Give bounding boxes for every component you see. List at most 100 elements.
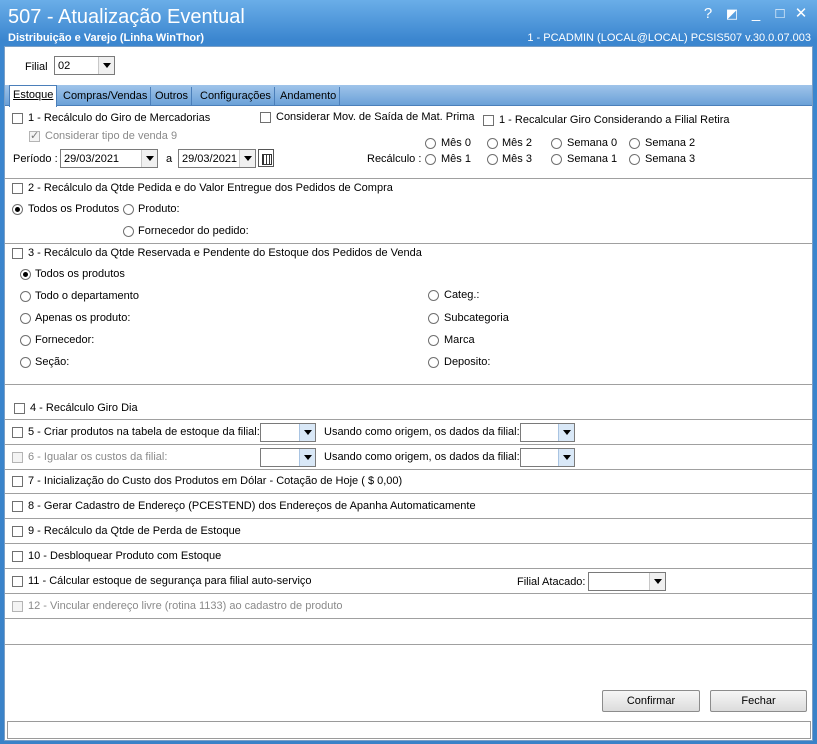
radio-todos-os-produtos-label: Todos os produtos xyxy=(35,268,125,280)
mat-prima-checkbox[interactable] xyxy=(260,112,271,123)
date-from-value: 29/03/2021 xyxy=(64,153,120,165)
close-icon[interactable]: ✕ xyxy=(791,4,811,24)
tab-estoque[interactable]: Estoque xyxy=(9,85,58,107)
chevron-down-icon[interactable] xyxy=(299,449,315,466)
radio-semana1[interactable] xyxy=(551,154,562,165)
section3-checkbox[interactable] xyxy=(12,248,23,259)
divider xyxy=(5,493,812,494)
radio-todos-produtos[interactable] xyxy=(12,204,23,215)
radio-semana0-label: Semana 0 xyxy=(567,137,618,149)
chevron-down-icon[interactable] xyxy=(299,424,315,441)
periodo-label: Período : xyxy=(13,153,58,165)
client-area: Filial 02 Estoque Compras/Vendas Outros … xyxy=(4,46,813,741)
filial-retira-checkbox[interactable] xyxy=(483,115,494,126)
radio-departamento[interactable] xyxy=(20,291,31,302)
item5-filial-select[interactable] xyxy=(260,423,316,442)
radio-semana1-label: Semana 1 xyxy=(567,153,618,165)
item7-label: 7 - Inicialização do Custo dos Produtos … xyxy=(28,475,403,487)
help-icon[interactable]: ? xyxy=(698,4,718,24)
radio-fornecedor[interactable] xyxy=(20,335,31,346)
section2-checkbox[interactable] xyxy=(12,183,23,194)
tab-outros[interactable]: Outros xyxy=(152,87,193,106)
chevron-down-icon[interactable] xyxy=(98,57,114,74)
item4-checkbox[interactable] xyxy=(14,403,25,414)
radio-mes0[interactable] xyxy=(425,138,436,149)
filial-atacado-select[interactable] xyxy=(588,572,666,591)
radio-apenas-produto-label: Apenas os produto: xyxy=(35,312,131,324)
radio-subcategoria[interactable] xyxy=(428,313,439,324)
radio-deposito[interactable] xyxy=(428,357,439,368)
divider xyxy=(5,384,812,385)
item6-label: 6 - Igualar os custos da filial: xyxy=(28,451,168,463)
divider xyxy=(5,444,812,445)
radio-todos-produtos-label: Todos os Produtos xyxy=(28,203,120,215)
radio-mes3-label: Mês 3 xyxy=(502,153,532,165)
filial-atacado-label: Filial Atacado: xyxy=(517,576,586,588)
item6-checkbox[interactable] xyxy=(12,452,23,463)
item9-checkbox[interactable] xyxy=(12,526,23,537)
a-label: a xyxy=(166,153,173,165)
chevron-down-icon[interactable] xyxy=(239,150,255,167)
item6-filial-select[interactable] xyxy=(260,448,316,467)
radio-secao[interactable] xyxy=(20,357,31,368)
giro-checkbox[interactable] xyxy=(12,113,23,124)
radio-semana0[interactable] xyxy=(551,138,562,149)
maximize-icon[interactable]: □ xyxy=(770,4,790,24)
divider xyxy=(5,568,812,569)
minimize-icon[interactable]: _ xyxy=(746,4,766,24)
window-subtitle: Distribuição e Varejo (Linha WinThor) xyxy=(8,32,205,44)
tipo-venda-checkbox[interactable] xyxy=(29,129,40,142)
restore-icon[interactable]: ◩ xyxy=(722,4,742,24)
main-window: 507 - Atualização Eventual Distribuição … xyxy=(0,0,817,744)
radio-todos-os-produtos[interactable] xyxy=(20,269,31,280)
radio-departamento-label: Todo o departamento xyxy=(35,290,139,302)
item10-label: 10 - Desbloquear Produto com Estoque xyxy=(28,550,222,562)
item6-origem-select[interactable] xyxy=(520,448,575,467)
item8-checkbox[interactable] xyxy=(12,501,23,512)
chevron-down-icon[interactable] xyxy=(649,573,665,590)
window-title: 507 - Atualização Eventual xyxy=(8,6,245,28)
chevron-down-icon[interactable] xyxy=(141,150,157,167)
filial-select[interactable]: 02 xyxy=(54,56,115,75)
calendar-icon[interactable] xyxy=(258,149,274,167)
date-from-field[interactable]: 29/03/2021 xyxy=(60,149,158,168)
radio-mes2[interactable] xyxy=(487,138,498,149)
radio-semana3[interactable] xyxy=(629,154,640,165)
item7-checkbox[interactable] xyxy=(12,476,23,487)
tab-compras-vendas[interactable]: Compras/Vendas xyxy=(60,87,152,106)
fechar-button[interactable]: Fechar xyxy=(710,690,807,712)
radio-subcategoria-label: Subcategoria xyxy=(444,312,509,324)
item5-checkbox[interactable] xyxy=(12,427,23,438)
divider xyxy=(5,593,812,594)
item4-label: 4 - Recálculo Giro Dia xyxy=(30,402,138,414)
divider xyxy=(5,469,812,470)
item12-checkbox[interactable] xyxy=(12,601,23,612)
radio-semana2[interactable] xyxy=(629,138,640,149)
filial-value: 02 xyxy=(58,60,71,72)
radio-categ[interactable] xyxy=(428,290,439,301)
radio-secao-label: Seção: xyxy=(35,356,70,368)
date-to-field[interactable]: 29/03/2021 xyxy=(178,149,256,168)
status-bar xyxy=(7,721,811,739)
radio-mes0-label: Mês 0 xyxy=(441,137,471,149)
confirmar-button[interactable]: Confirmar xyxy=(602,690,700,712)
radio-mes2-label: Mês 2 xyxy=(502,137,532,149)
tipo-venda-label: Considerar tipo de venda 9 xyxy=(45,130,178,142)
chevron-down-icon[interactable] xyxy=(558,449,574,466)
radio-deposito-label: Deposito: xyxy=(444,356,491,368)
radio-apenas-produto[interactable] xyxy=(20,313,31,324)
radio-fornecedor-pedido[interactable] xyxy=(123,226,134,237)
chevron-down-icon[interactable] xyxy=(558,424,574,441)
radio-produto[interactable] xyxy=(123,204,134,215)
tab-andamento[interactable]: Andamento xyxy=(277,87,341,106)
tab-configuracoes[interactable]: Configurações xyxy=(197,87,275,106)
radio-mes1[interactable] xyxy=(425,154,436,165)
radio-mes3[interactable] xyxy=(487,154,498,165)
item10-checkbox[interactable] xyxy=(12,551,23,562)
item6-origem-label: Usando como origem, os dados da filial: xyxy=(324,451,520,463)
radio-categ-label: Categ.: xyxy=(444,289,480,301)
item11-checkbox[interactable] xyxy=(12,576,23,587)
radio-marca[interactable] xyxy=(428,335,439,346)
mat-prima-label: Considerar Mov. de Saída de Mat. Prima xyxy=(276,111,475,123)
item5-origem-select[interactable] xyxy=(520,423,575,442)
